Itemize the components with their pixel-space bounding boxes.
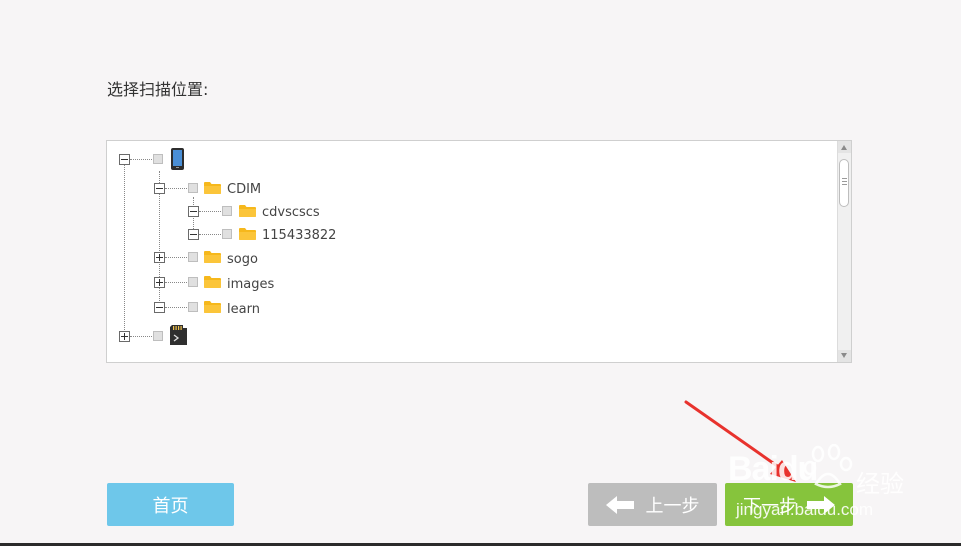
tree-connector [165, 188, 187, 189]
tree-connector [165, 282, 187, 283]
next-step-button[interactable]: 下一步 [725, 483, 853, 526]
checkbox-sogo[interactable] [188, 252, 198, 262]
folder-icon [204, 251, 221, 263]
watermark-suffix: 经验 [856, 470, 904, 498]
tree-label-cdvscscs[interactable]: cdvscscs [262, 205, 320, 221]
home-button[interactable]: 首页 [107, 483, 234, 526]
checkbox-learn[interactable] [188, 302, 198, 312]
tree-label-115433822[interactable]: 115433822 [262, 228, 336, 244]
tree-connector [130, 336, 152, 337]
checkbox-cdvscscs[interactable] [222, 206, 232, 216]
tree-label-learn[interactable]: learn [227, 302, 260, 318]
next-step-label: 下一步 [743, 495, 797, 517]
tree-connector [124, 165, 125, 338]
collapse-toggle-root[interactable] [119, 154, 130, 165]
tree-scrollbar[interactable] [837, 141, 851, 362]
tree-connector [199, 234, 221, 235]
tree-label-sogo[interactable]: sogo [227, 252, 258, 268]
collapse-toggle-115433822[interactable] [188, 229, 199, 240]
expand-toggle-sogo[interactable] [154, 252, 165, 263]
collapse-toggle-cdim[interactable] [154, 183, 165, 194]
scroll-thumb[interactable] [839, 159, 849, 207]
tree-connector [165, 307, 187, 308]
phone-icon [171, 148, 184, 170]
expand-toggle-sd-card[interactable] [119, 331, 130, 342]
folder-icon [239, 228, 256, 240]
arrow-right-icon [807, 495, 835, 514]
collapse-toggle-learn[interactable] [154, 302, 165, 313]
tree-connector [130, 159, 152, 160]
tree-connector [199, 211, 221, 212]
sd-card-icon [170, 325, 187, 345]
scroll-up-button[interactable] [838, 141, 851, 153]
scan-location-prompt: 选择扫描位置: [107, 80, 209, 99]
tree-connector [165, 257, 187, 258]
collapse-toggle-cdvscscs[interactable] [188, 206, 199, 217]
checkbox-phone[interactable] [153, 154, 163, 164]
folder-icon [204, 301, 221, 313]
folder-icon [204, 182, 221, 194]
home-button-label: 首页 [152, 495, 189, 517]
folder-icon [239, 205, 256, 217]
expand-toggle-images[interactable] [154, 277, 165, 288]
tree-label-cdim[interactable]: CDIM [227, 182, 261, 198]
tree-label-images[interactable]: images [227, 277, 274, 293]
checkbox-cdim[interactable] [188, 183, 198, 193]
checkbox-images[interactable] [188, 277, 198, 287]
previous-step-button[interactable]: 上一步 [588, 483, 717, 526]
checkbox-115433822[interactable] [222, 229, 232, 239]
checkbox-sd-card[interactable] [153, 331, 163, 341]
folder-tree[interactable]: CDIM cdvscscs 115433822 sogo images lear… [106, 140, 852, 363]
folder-icon [204, 276, 221, 288]
scroll-down-button[interactable] [838, 350, 851, 362]
previous-step-label: 上一步 [645, 495, 700, 517]
arrow-left-icon [605, 495, 634, 514]
